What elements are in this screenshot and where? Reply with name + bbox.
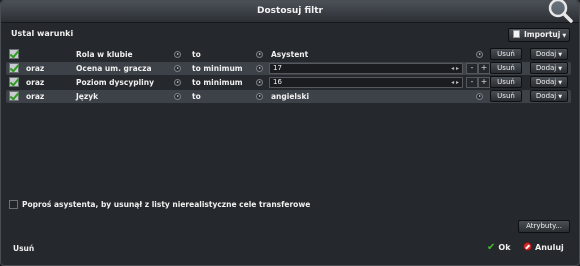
add-condition-label: Dodaj: [535, 50, 557, 58]
condition-operator[interactable]: to minimum: [192, 78, 243, 87]
checkmark-icon: ✔: [487, 242, 496, 253]
attributes-button[interactable]: Atrybuty...: [518, 220, 570, 233]
condition-value-text: 17: [273, 64, 282, 72]
condition-operator[interactable]: to: [192, 92, 201, 101]
add-condition-label: Dodaj: [535, 92, 557, 100]
condition-conjunction[interactable]: oraz: [26, 92, 44, 101]
spin-arrows-icon: ◂ ▸: [451, 65, 459, 72]
condition-row: oraz Język to angielski Usuń Dodaj ▼: [6, 90, 571, 103]
condition-operator[interactable]: to: [192, 50, 201, 59]
chevron-down-icon: ▼: [558, 66, 563, 72]
section-label: Ustal warunki: [11, 29, 74, 38]
condition-operator[interactable]: to minimum: [192, 64, 243, 73]
chevron-down-icon: ▼: [558, 94, 563, 100]
condition-enabled-checkbox[interactable]: [9, 91, 19, 101]
condition-field[interactable]: Język: [76, 92, 98, 101]
cancel-icon: [523, 242, 532, 251]
condition-enabled-checkbox[interactable]: [9, 49, 19, 59]
chevron-down-icon: ▼: [562, 33, 567, 39]
value-dropdown-icon[interactable]: [476, 93, 483, 100]
add-condition-button[interactable]: Dodaj ▼: [530, 90, 568, 102]
cancel-button[interactable]: Anuluj: [523, 242, 564, 252]
condition-field[interactable]: Rola w klubie: [76, 50, 133, 59]
add-condition-label: Dodaj: [535, 64, 557, 72]
remove-condition-button[interactable]: Usuń: [490, 62, 522, 74]
condition-field[interactable]: Ocena um. gracza: [76, 64, 152, 73]
document-icon: [513, 30, 520, 38]
assistant-checkbox-label: Poproś asystenta, by usunął z listy nier…: [22, 200, 311, 209]
chevron-down-icon: ▼: [558, 52, 563, 58]
filter-dialog: Dostosuj filtr Ustal warunki Importuj ▼ R…: [0, 0, 580, 266]
condition-field[interactable]: Poziom dyscypliny: [76, 78, 154, 87]
add-condition-label: Dodaj: [535, 78, 557, 86]
condition-value-input[interactable]: 17 ◂ ▸: [269, 63, 463, 74]
condition-enabled-checkbox[interactable]: [9, 77, 19, 87]
increment-button[interactable]: +: [478, 77, 490, 88]
condition-conjunction[interactable]: oraz: [26, 78, 44, 87]
remove-condition-button[interactable]: Usuń: [490, 90, 522, 102]
decrement-button[interactable]: -: [466, 63, 478, 74]
chevron-down-icon: ▼: [558, 80, 563, 86]
dialog-title: Dostosuj filtr: [257, 6, 323, 16]
condition-value[interactable]: angielski: [271, 92, 309, 101]
assistant-checkbox[interactable]: [9, 200, 18, 209]
import-button-label: Importuj: [524, 30, 561, 39]
add-condition-button[interactable]: Dodaj ▼: [530, 48, 568, 60]
increment-button[interactable]: +: [478, 63, 490, 74]
add-condition-button[interactable]: Dodaj ▼: [530, 76, 568, 88]
cancel-button-label: Anuluj: [535, 243, 564, 252]
conditions-list: Rola w klubie to Asystent Usuń Dodaj ▼ or…: [6, 48, 571, 104]
field-dropdown-icon[interactable]: [174, 93, 181, 100]
condition-value[interactable]: Asystent: [271, 50, 308, 59]
condition-row: oraz Ocena um. gracza to minimum 17 ◂ ▸ -…: [6, 62, 571, 75]
assistant-checkbox-row[interactable]: Poproś asystenta, by usunął z listy nier…: [9, 200, 310, 209]
remove-condition-button[interactable]: Usuń: [490, 48, 522, 60]
value-dropdown-icon[interactable]: [476, 51, 483, 58]
condition-value-input[interactable]: 16 ◂ ▸: [269, 77, 463, 88]
condition-conjunction[interactable]: oraz: [26, 64, 44, 73]
remove-filter-button[interactable]: Usuń: [13, 244, 34, 253]
dialog-titlebar: Dostosuj filtr: [1, 0, 579, 23]
condition-value-text: 16: [273, 78, 282, 86]
operator-dropdown-icon[interactable]: [256, 93, 263, 100]
condition-row: Rola w klubie to Asystent Usuń Dodaj ▼: [6, 48, 571, 61]
condition-enabled-checkbox[interactable]: [9, 63, 19, 73]
magnifier-icon: [548, 0, 573, 23]
operator-dropdown-icon[interactable]: [256, 51, 263, 58]
import-button[interactable]: Importuj ▼: [508, 28, 570, 42]
field-dropdown-icon[interactable]: [174, 79, 181, 86]
field-dropdown-icon[interactable]: [174, 65, 181, 72]
operator-dropdown-icon[interactable]: [256, 65, 263, 72]
operator-dropdown-icon[interactable]: [256, 79, 263, 86]
condition-row: oraz Poziom dyscypliny to minimum 16 ◂ ▸ …: [6, 76, 571, 89]
remove-condition-button[interactable]: Usuń: [490, 76, 522, 88]
ok-button[interactable]: ✔ Ok: [487, 242, 511, 253]
field-dropdown-icon[interactable]: [174, 51, 181, 58]
add-condition-button[interactable]: Dodaj ▼: [530, 62, 568, 74]
ok-button-label: Ok: [498, 243, 511, 252]
decrement-button[interactable]: -: [466, 77, 478, 88]
spin-arrows-icon: ◂ ▸: [451, 79, 459, 86]
